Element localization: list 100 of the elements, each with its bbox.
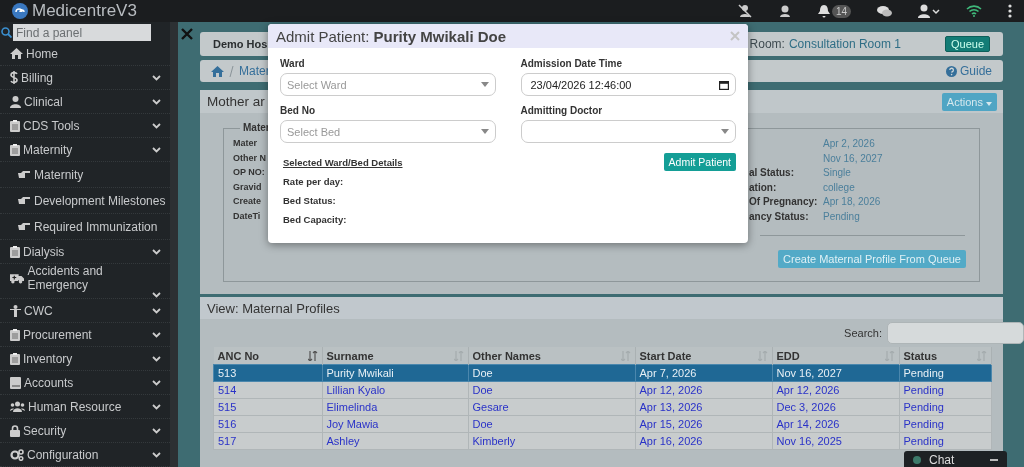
table-row[interactable]: 516 Joy Mawia Doe Apr 15, 2026 Apr 14, 2026 Pending bbox=[213, 415, 992, 433]
dropdown-caret-icon bbox=[480, 129, 489, 134]
chevron-down-icon bbox=[152, 146, 161, 153]
chat-widget[interactable]: Chat bbox=[904, 451, 1007, 467]
sidebar-item[interactable]: Inventory bbox=[0, 347, 170, 371]
field-value: Apr 2, 2026 bbox=[822, 137, 876, 151]
logo-icon bbox=[12, 3, 28, 19]
details-heading: Selected Ward/Bed Details bbox=[283, 157, 404, 168]
chevron-down-icon bbox=[152, 427, 161, 434]
field-label: OP NO: bbox=[233, 166, 266, 179]
home-icon bbox=[10, 48, 23, 59]
table-row[interactable]: 513 Purity Mwikali Doe Apr 7, 2026 Nov 16, 2027 Pending bbox=[213, 364, 992, 382]
close-icon[interactable] bbox=[181, 28, 193, 40]
caret-icon bbox=[986, 101, 992, 106]
column-header[interactable]: Start Date bbox=[635, 347, 772, 365]
table-row[interactable]: 514 Lillian Kyalo Doe Apr 12, 2026 Apr 12, 2026 Pending bbox=[213, 381, 992, 399]
chevron-down-icon bbox=[152, 451, 161, 458]
chevron-down-icon bbox=[152, 74, 161, 81]
chat-label: Chat bbox=[929, 453, 955, 467]
user-menu-icon[interactable] bbox=[918, 4, 940, 18]
table-cell: 513 bbox=[213, 364, 322, 382]
field-label: Of Pregnancy: bbox=[749, 196, 818, 207]
detail-label: Bed Status: bbox=[283, 195, 337, 206]
sidebar-item[interactable]: Accounts bbox=[0, 371, 170, 395]
chevron-down-icon bbox=[152, 355, 161, 362]
hospital-name: Demo Hos bbox=[213, 38, 268, 50]
user-icon bbox=[10, 95, 21, 108]
sidebar-item[interactable]: Dialysis bbox=[0, 240, 170, 264]
chevron-down-icon bbox=[152, 98, 161, 105]
pointing-hand-icon bbox=[18, 196, 30, 205]
field-label: Gravid bbox=[233, 180, 263, 194]
table-cell: Pending bbox=[899, 364, 992, 382]
help-icon bbox=[945, 65, 957, 77]
chevron-down-icon bbox=[152, 403, 161, 410]
column-header[interactable]: Status bbox=[899, 347, 992, 365]
home-icon[interactable] bbox=[211, 65, 224, 77]
table-row[interactable]: 515 Elimelinda Gesare Apr 13, 2026 Dec 3, 2026 Pending bbox=[213, 398, 992, 416]
field-label: Admission Date Time bbox=[520, 58, 623, 69]
field-label: ation: bbox=[749, 181, 777, 193]
column-header[interactable]: Surname bbox=[322, 347, 468, 365]
field-value: college bbox=[822, 180, 856, 194]
field-label: al Status: bbox=[749, 167, 794, 178]
field-label: Bed No bbox=[280, 105, 316, 116]
clipboard-icon bbox=[10, 143, 20, 156]
detail-label: Bed Capacity: bbox=[283, 214, 348, 225]
pointing-hand-icon bbox=[18, 222, 30, 231]
queue-button[interactable]: Queue bbox=[944, 36, 990, 52]
field-value: Apr 18, 2026 bbox=[822, 195, 882, 209]
wifi-icon bbox=[966, 5, 982, 17]
child-icon bbox=[10, 304, 21, 317]
sort-icon bbox=[307, 350, 318, 361]
chat-bubbles-icon[interactable] bbox=[877, 4, 892, 18]
field-value: Nov 16, 2027 bbox=[822, 151, 884, 165]
clipboard-icon bbox=[10, 352, 20, 365]
field-value: Pending bbox=[822, 209, 861, 223]
table-cell: Apr 7, 2026 bbox=[635, 364, 772, 382]
sidebar-item[interactable]: Procurement bbox=[0, 323, 170, 347]
status-dot-icon bbox=[913, 456, 921, 464]
gears-icon bbox=[10, 448, 24, 461]
column-header[interactable]: EDD bbox=[772, 347, 899, 365]
table-cell: Doe bbox=[468, 364, 635, 382]
lock-icon bbox=[10, 424, 20, 437]
kebab-menu-icon[interactable] bbox=[1008, 4, 1012, 18]
chevron-down-icon bbox=[152, 379, 161, 386]
breadcrumb-separator-icon bbox=[229, 65, 234, 77]
muted-person-icon[interactable] bbox=[737, 4, 752, 18]
chevron-down-icon bbox=[152, 122, 161, 129]
chevron-down-icon bbox=[152, 248, 161, 255]
dropdown-caret-icon bbox=[721, 129, 729, 134]
ambulance-icon bbox=[10, 272, 25, 284]
table-row[interactable]: 517 Ashley Kimberly Apr 16, 2026 Nov 16, 2025 Pending bbox=[213, 432, 992, 450]
pointing-hand-icon bbox=[18, 170, 30, 179]
column-header[interactable]: Other Names bbox=[468, 347, 635, 365]
notification-badge: 14 bbox=[831, 4, 851, 18]
date-time-field[interactable]: 23/04/2026 12:46:00 bbox=[520, 73, 736, 96]
column-header[interactable]: ANC No bbox=[213, 347, 322, 365]
room-link[interactable]: Consultation Room 1 bbox=[788, 37, 901, 51]
panel-title: View: Maternal Profiles bbox=[207, 300, 340, 316]
room-label: Room: bbox=[749, 37, 785, 51]
sidebar-item[interactable]: Maternity bbox=[0, 138, 170, 162]
dollar-icon bbox=[10, 71, 18, 84]
detail-label: Rate per day: bbox=[283, 176, 345, 187]
field-label: Mater bbox=[233, 137, 258, 150]
sidebar-scrollbar[interactable] bbox=[170, 22, 178, 467]
users-icon bbox=[10, 401, 25, 412]
panel-title: Mother ar bbox=[207, 94, 265, 109]
panel-search-field[interactable]: Find a panel bbox=[13, 24, 151, 41]
field-label: DateTi bbox=[233, 209, 262, 223]
search-label: Search: bbox=[844, 327, 882, 339]
headset-person-icon[interactable] bbox=[777, 4, 792, 18]
calendar-icon[interactable] bbox=[719, 79, 729, 90]
field-value: Single bbox=[822, 166, 852, 180]
app-title: MedicentreV3 bbox=[32, 1, 137, 21]
table-search-field[interactable] bbox=[887, 322, 1024, 344]
clipboard-icon bbox=[10, 119, 20, 132]
book-icon bbox=[10, 376, 21, 389]
dialog-title: Admit Patient: Purity Mwikali Doe bbox=[276, 27, 507, 45]
field-label: Other N bbox=[233, 151, 267, 165]
bell-icon[interactable] bbox=[817, 4, 830, 18]
table-cell: Purity Mwikali bbox=[322, 364, 468, 382]
